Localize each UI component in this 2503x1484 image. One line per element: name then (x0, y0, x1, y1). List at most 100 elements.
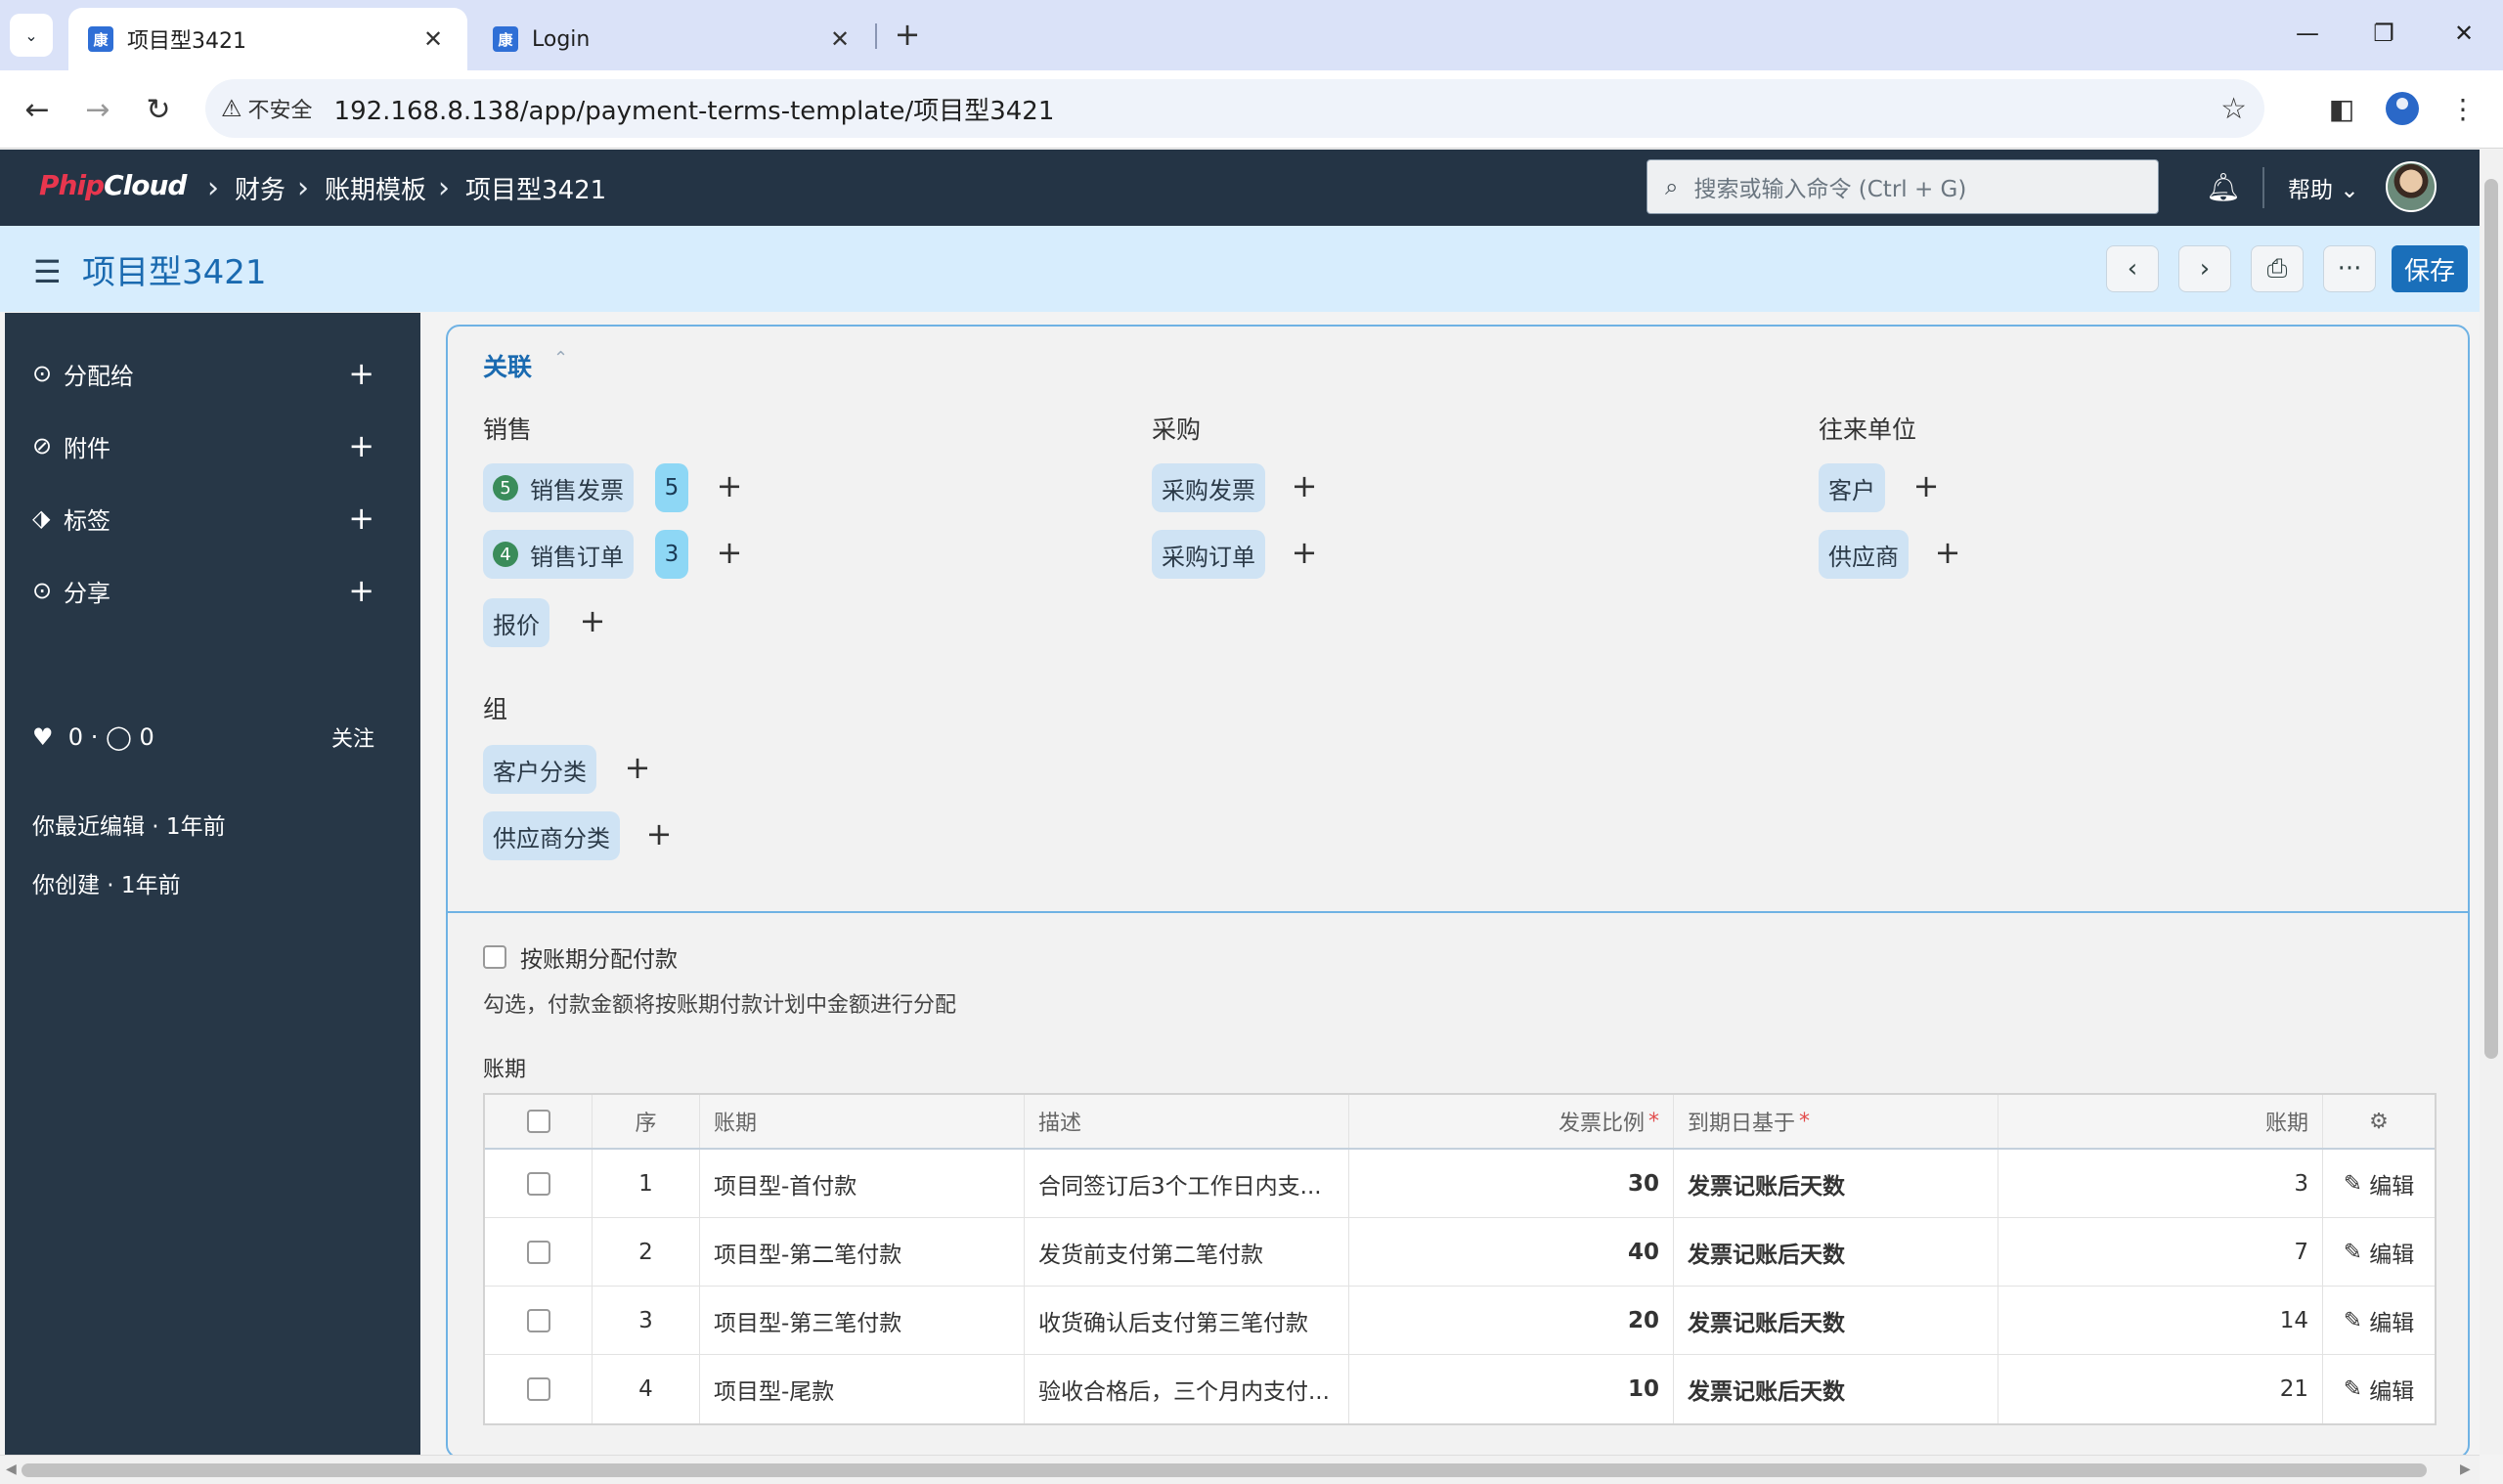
select-all-checkbox[interactable] (526, 1110, 550, 1133)
row-pct[interactable]: 30 (1349, 1150, 1674, 1217)
print-button[interactable]: ⎙ (2251, 245, 2304, 292)
back-icon[interactable]: ← (16, 88, 59, 131)
link-customer-group[interactable]: 客户分类 (483, 745, 596, 794)
link-purchase-invoice[interactable]: 采购发票 (1152, 463, 1265, 512)
row-desc[interactable]: 合同签订后3个工作日内支... (1025, 1150, 1349, 1217)
bookmark-star-icon[interactable]: ☆ (2220, 92, 2247, 126)
bell-icon[interactable]: 🔔︎ (2206, 171, 2241, 203)
next-doc-button[interactable]: › (2178, 245, 2231, 292)
gear-icon[interactable]: ⚙ (2323, 1095, 2435, 1148)
plus-icon[interactable]: + (348, 500, 374, 537)
row-pct[interactable]: 20 (1349, 1287, 1674, 1354)
avatar[interactable] (2386, 161, 2437, 212)
row-desc[interactable]: 收货确认后支付第三笔付款 (1025, 1287, 1349, 1354)
add-customer-group-button[interactable]: + (620, 749, 655, 786)
link-purchase-order[interactable]: 采购订单 (1152, 530, 1265, 579)
chevron-up-icon[interactable]: ⌃ (553, 348, 568, 369)
follow-button[interactable]: 关注 (331, 721, 374, 753)
row-pct[interactable]: 10 (1349, 1355, 1674, 1423)
row-days[interactable]: 7 (1998, 1218, 2323, 1286)
sidebar-item-share[interactable]: ⊙ 分享 + (32, 571, 374, 610)
row-term[interactable]: 项目型-尾款 (700, 1355, 1025, 1423)
browser-menu-icon[interactable]: ⋮ (2438, 84, 2487, 133)
row-edit-button[interactable]: ✎ 编辑 (2323, 1150, 2435, 1217)
row-checkbox[interactable] (526, 1308, 550, 1332)
row-term[interactable]: 项目型-第二笔付款 (700, 1218, 1025, 1286)
comment-icon[interactable]: ◯ (106, 723, 132, 751)
scroll-left-icon[interactable]: ◀ (6, 1462, 17, 1477)
close-tab-icon[interactable]: ✕ (825, 25, 855, 53)
row-due[interactable]: 发票记账后天数 (1674, 1218, 1998, 1286)
add-supplier-group-button[interactable]: + (641, 815, 677, 852)
plus-icon[interactable]: + (348, 572, 374, 609)
forward-icon[interactable]: → (76, 88, 119, 131)
row-desc[interactable]: 发货前支付第二笔付款 (1025, 1218, 1349, 1286)
link-sales-invoice[interactable]: 5 销售发票 (483, 463, 634, 512)
sidebar-item-assign[interactable]: ⊙ 分配给 + (32, 354, 374, 393)
row-desc[interactable]: 验收合格后，三个月内支付... (1025, 1355, 1349, 1423)
row-days[interactable]: 3 (1998, 1150, 2323, 1217)
url-text[interactable]: 192.168.8.138/app/payment-terms-template… (334, 91, 1055, 127)
row-term[interactable]: 项目型-第三笔付款 (700, 1287, 1025, 1354)
reload-icon[interactable]: ↻ (137, 88, 180, 131)
vertical-scrollbar[interactable] (2480, 150, 2503, 1455)
table-row[interactable]: 4 项目型-尾款 验收合格后，三个月内支付... 10 发票记账后天数 21 ✎… (485, 1355, 2435, 1423)
heart-icon[interactable]: ♥ (32, 723, 54, 751)
link-supplier-group[interactable]: 供应商分类 (483, 811, 620, 860)
minimize-button[interactable]: — (2278, 12, 2337, 55)
side-panel-icon[interactable]: ◧ (2317, 84, 2366, 133)
row-pct[interactable]: 40 (1349, 1218, 1674, 1286)
add-quotation-button[interactable]: + (575, 602, 610, 639)
add-supplier-button[interactable]: + (1930, 534, 1965, 571)
allocate-checkbox[interactable] (483, 945, 506, 969)
table-row[interactable]: 3 项目型-第三笔付款 收货确认后支付第三笔付款 20 发票记账后天数 14 ✎… (485, 1287, 2435, 1355)
row-due[interactable]: 发票记账后天数 (1674, 1150, 1998, 1217)
add-sales-invoice-button[interactable]: + (712, 467, 747, 504)
sidebar-toggle-icon[interactable]: ☰ (33, 253, 62, 290)
row-days[interactable]: 14 (1998, 1287, 2323, 1354)
link-sales-order[interactable]: 4 销售订单 (483, 530, 634, 579)
save-button[interactable]: 保存 (2392, 245, 2468, 292)
breadcrumb-terms-template[interactable]: 账期模板 (325, 170, 426, 206)
app-logo[interactable]: PhipCloud (39, 169, 187, 201)
address-bar[interactable]: ⚠ 不安全 192.168.8.138/app/payment-terms-te… (205, 79, 2264, 138)
link-customer[interactable]: 客户 (1819, 463, 1885, 512)
more-button[interactable]: ··· (2323, 245, 2376, 292)
add-purchase-order-button[interactable]: + (1287, 534, 1322, 571)
browser-tab-active[interactable]: 康 项目型3421 ✕ (68, 8, 467, 70)
add-customer-button[interactable]: + (1909, 467, 1944, 504)
profile-button[interactable] (2378, 84, 2427, 133)
scroll-right-icon[interactable]: ▶ (2460, 1462, 2471, 1477)
row-days[interactable]: 21 (1998, 1355, 2323, 1423)
breadcrumb-finance[interactable]: 财务 (235, 170, 285, 206)
add-sales-order-button[interactable]: + (712, 534, 747, 571)
restore-button[interactable]: ❐ (2354, 12, 2413, 55)
row-due[interactable]: 发票记账后天数 (1674, 1355, 1998, 1423)
scroll-thumb[interactable] (2484, 179, 2498, 1059)
prev-doc-button[interactable]: ‹ (2106, 245, 2159, 292)
new-tab-button[interactable]: + (888, 16, 927, 55)
horizontal-scrollbar[interactable]: ◀ ▶ (0, 1455, 2480, 1484)
sidebar-item-attachments[interactable]: ⊘ 附件 + (32, 426, 374, 465)
row-checkbox[interactable] (526, 1171, 550, 1196)
open-count-badge[interactable]: 3 (655, 530, 688, 579)
row-edit-button[interactable]: ✎ 编辑 (2323, 1287, 2435, 1354)
scroll-thumb[interactable] (22, 1463, 2427, 1477)
row-checkbox[interactable] (526, 1240, 550, 1264)
tab-search-button[interactable]: ⌄ (10, 14, 53, 57)
open-count-badge[interactable]: 5 (655, 463, 688, 512)
search-input[interactable]: ⌕ 搜索或输入命令 (Ctrl + G) (1647, 159, 2159, 214)
row-term[interactable]: 项目型-首付款 (700, 1150, 1025, 1217)
link-supplier[interactable]: 供应商 (1819, 530, 1909, 579)
link-quotation[interactable]: 报价 (483, 598, 549, 647)
sidebar-item-tags[interactable]: ⬗ 标签 + (32, 499, 374, 538)
section-title[interactable]: 关联 (483, 348, 532, 383)
plus-icon[interactable]: + (348, 355, 374, 392)
plus-icon[interactable]: + (348, 427, 374, 464)
table-row[interactable]: 2 项目型-第二笔付款 发货前支付第二笔付款 40 发票记账后天数 7 ✎ 编辑 (485, 1218, 2435, 1287)
row-checkbox[interactable] (526, 1377, 550, 1401)
row-due[interactable]: 发票记账后天数 (1674, 1287, 1998, 1354)
row-edit-button[interactable]: ✎ 编辑 (2323, 1355, 2435, 1423)
add-purchase-invoice-button[interactable]: + (1287, 467, 1322, 504)
row-edit-button[interactable]: ✎ 编辑 (2323, 1218, 2435, 1286)
